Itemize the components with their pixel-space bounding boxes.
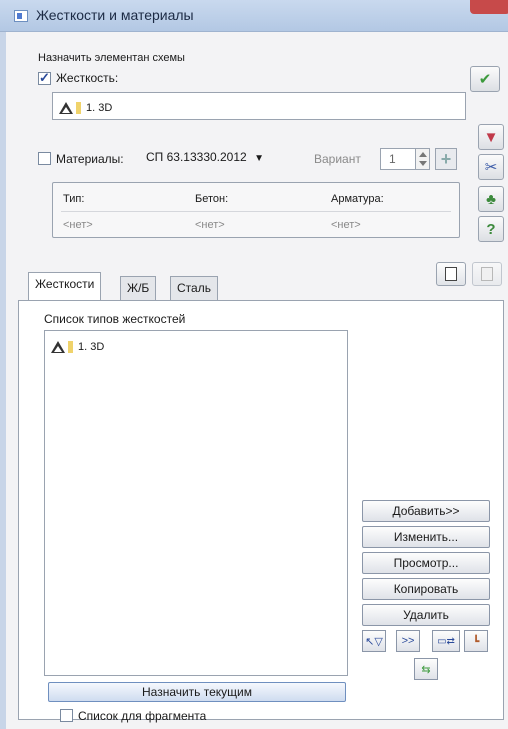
help-icon: ? xyxy=(486,220,496,238)
color-bar-icon xyxy=(68,340,73,353)
paste-icon xyxy=(481,267,493,281)
stiffness-type-list[interactable]: 1. 3D xyxy=(44,330,348,676)
assign-group-title: Назначить элементан схемы xyxy=(38,52,185,64)
more-button[interactable]: >> xyxy=(396,630,420,652)
app-icon xyxy=(14,10,28,22)
tab-label: Сталь xyxy=(177,281,211,295)
variant-spinner[interactable]: 1 xyxy=(380,148,430,170)
spinner-arrows-icon[interactable] xyxy=(415,149,429,169)
more-label: >> xyxy=(401,635,415,647)
copy-button[interactable]: Копировать xyxy=(362,578,490,600)
filter-arrow-button[interactable]: ↖▽ xyxy=(362,630,386,652)
document-icon xyxy=(445,267,457,281)
chevron-down-icon: ▼ xyxy=(254,153,264,164)
stiffness-field[interactable]: 1. 3D xyxy=(52,92,466,120)
col-rebar: Арматура: xyxy=(331,193,384,205)
value-rebar: <нет> xyxy=(331,219,361,231)
stiffness-type-icon xyxy=(51,340,65,353)
window-title: Жесткости и материалы xyxy=(36,7,194,23)
divider xyxy=(61,211,451,212)
chart-icon: ┗ xyxy=(472,635,480,648)
materials-box: Тип: Бетон: Арматура: <нет> <нет> <нет> xyxy=(52,182,460,238)
materials-checkbox[interactable] xyxy=(38,152,51,165)
variant-label: Вариант xyxy=(314,152,361,166)
standard-value: СП 63.13330.2012 xyxy=(146,150,247,164)
col-type: Тип: xyxy=(63,193,85,205)
copy-doc-button[interactable] xyxy=(436,262,466,286)
fragment-label: Список для фрагмента xyxy=(78,709,207,723)
cursor-filter-icon: ↖▽ xyxy=(365,635,383,648)
view-button[interactable]: Просмотр... xyxy=(362,552,490,574)
close-button[interactable] xyxy=(470,0,508,14)
ok-check-icon: ✔ xyxy=(478,71,492,88)
fragment-checkbox[interactable] xyxy=(60,709,73,722)
add-button[interactable]: Добавить>> xyxy=(362,500,490,522)
edit-button[interactable]: Изменить... xyxy=(362,526,490,548)
assign-current-button[interactable]: Назначить текущим xyxy=(48,682,346,702)
dialog-window: Жесткости и материалы Назначить элемента… xyxy=(0,0,508,729)
filter-icon: ▼ xyxy=(483,128,499,146)
plus-icon: + xyxy=(440,148,452,169)
delete-button[interactable]: Удалить xyxy=(362,604,490,626)
value-type: <нет> xyxy=(63,219,93,231)
tab-steel[interactable]: Сталь xyxy=(170,276,218,300)
scissors-icon: ✂ xyxy=(484,159,498,176)
list-item[interactable]: 1. 3D xyxy=(51,339,104,353)
col-concrete: Бетон: xyxy=(195,193,229,205)
help-button[interactable]: ? xyxy=(478,216,504,242)
variant-value: 1 xyxy=(389,152,396,166)
scissors-button[interactable]: ✂ xyxy=(478,154,504,180)
refresh-icon: ⇆ xyxy=(421,663,431,676)
tab-rc[interactable]: Ж/Б xyxy=(120,276,157,300)
ok-check-button[interactable]: ✔ xyxy=(470,66,500,92)
color-bar-icon xyxy=(76,101,81,114)
swap-icon: ▭⇄ xyxy=(437,635,455,647)
list-title: Список типов жесткостей xyxy=(44,312,186,326)
brush-icon: ♣ xyxy=(486,190,496,208)
brush-button[interactable]: ♣ xyxy=(478,186,504,212)
add-variant-button[interactable]: + xyxy=(435,148,457,170)
paste-doc-button[interactable] xyxy=(472,262,502,286)
stiffness-checkbox[interactable] xyxy=(38,70,51,86)
tab-label: Жесткости xyxy=(35,277,95,291)
materials-label: Материалы: xyxy=(56,152,124,166)
refresh-button[interactable]: ⇆ xyxy=(414,658,438,680)
chart-button[interactable]: ┗ xyxy=(464,630,488,652)
filter-button[interactable]: ▼ xyxy=(478,124,504,150)
swap-button[interactable]: ▭⇄ xyxy=(432,630,460,652)
stiffness-type-icon xyxy=(59,101,73,114)
stiffness-label: Жесткость: xyxy=(56,71,119,85)
stiffness-selected: 1. 3D xyxy=(59,100,112,114)
title-bar[interactable]: Жесткости и материалы xyxy=(0,0,508,32)
tab-label: Ж/Б xyxy=(127,281,150,295)
tab-stiffness[interactable]: Жесткости xyxy=(28,272,102,301)
value-concrete: <нет> xyxy=(195,219,225,231)
standard-dropdown[interactable]: СП 63.13330.2012 ▼ xyxy=(146,150,264,170)
